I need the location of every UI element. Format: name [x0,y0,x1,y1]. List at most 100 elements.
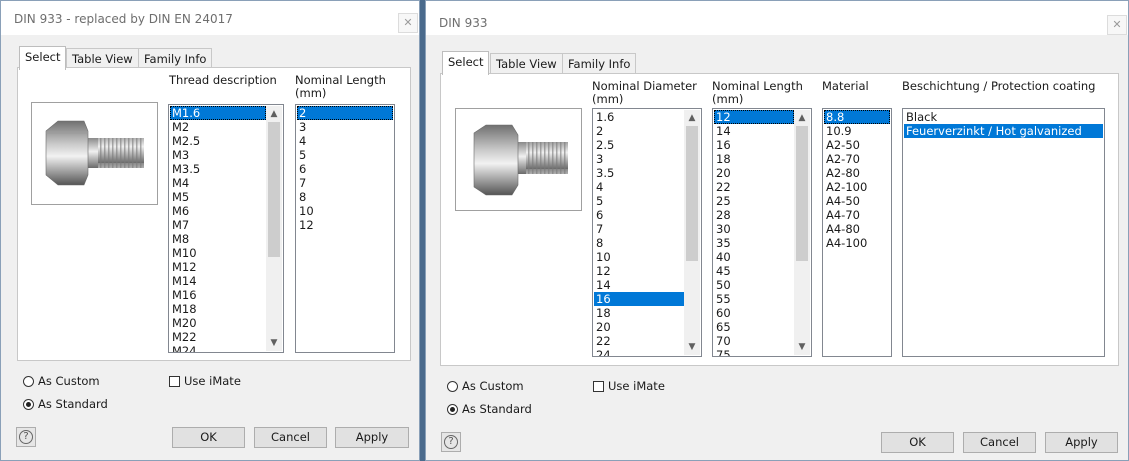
length-list-item[interactable]: 30 [714,222,794,236]
thread-list-item[interactable]: M1.6 [170,106,266,120]
diameter-list-scrollbar[interactable]: ▲ ▼ [684,110,700,355]
thread-list-item[interactable]: M10 [170,246,266,260]
material-list-item[interactable]: A4-80 [824,222,890,236]
diameter-list-item[interactable]: 14 [594,278,684,292]
scroll-thumb[interactable] [686,126,698,261]
scroll-thumb[interactable] [796,126,808,261]
nominal-length-list[interactable]: 12 14 16 18 20 22 25 28 30 35 40 45 50 55 60 65 70 75 ▲ ▼ [712,108,812,357]
diameter-list-item[interactable]: 24 [594,348,684,356]
help-button[interactable]: ? [441,432,461,452]
scroll-up-arrow-icon[interactable]: ▲ [794,110,810,126]
length-list-item[interactable]: 12 [297,218,393,232]
thread-list-item[interactable]: M4 [170,176,266,190]
diameter-list-item[interactable]: 20 [594,320,684,334]
coating-list-item[interactable]: Black [904,110,1103,124]
apply-button[interactable]: Apply [1045,432,1118,453]
scroll-down-arrow-icon[interactable]: ▼ [794,339,810,355]
tab-table-view[interactable]: Table View [66,48,139,69]
nominal-diameter-list[interactable]: 1.6 2 2.5 3 3.5 4 5 6 7 8 10 12 14 16 18 20 22 24 ▲ ▼ [592,108,702,357]
diameter-list-item[interactable]: 2.5 [594,138,684,152]
length-list-item[interactable]: 6 [297,162,393,176]
length-list-item[interactable]: 45 [714,264,794,278]
length-list-item[interactable]: 75 [714,348,794,356]
diameter-list-item[interactable]: 1.6 [594,110,684,124]
as-standard-radio[interactable]: As Standard [23,396,108,412]
material-list-item[interactable]: A2-70 [824,152,890,166]
use-imate-checkbox[interactable]: Use iMate [169,373,241,389]
help-button[interactable]: ? [16,427,36,447]
use-imate-checkbox[interactable]: Use iMate [593,378,665,394]
length-list-item[interactable]: 14 [714,124,794,138]
material-list-item[interactable]: A4-70 [824,208,890,222]
length-list-item[interactable]: 28 [714,208,794,222]
scroll-down-arrow-icon[interactable]: ▼ [684,339,700,355]
thread-list-item[interactable]: M5 [170,190,266,204]
length-list-item[interactable]: 60 [714,306,794,320]
thread-list-item[interactable]: M12 [170,260,266,274]
material-list-item[interactable]: A2-50 [824,138,890,152]
diameter-list-item[interactable]: 4 [594,180,684,194]
close-button[interactable]: ✕ [1107,15,1127,35]
length-list-item[interactable]: 35 [714,236,794,250]
thread-list-item[interactable]: M8 [170,232,266,246]
diameter-list-item[interactable]: 10 [594,250,684,264]
tab-family-info[interactable]: Family Info [138,48,213,69]
thread-list-item[interactable]: M22 [170,330,266,344]
material-list-item[interactable]: 10.9 [824,124,890,138]
length-list-item[interactable]: 55 [714,292,794,306]
material-list-item[interactable]: A4-50 [824,194,890,208]
length-list-item[interactable]: 3 [297,120,393,134]
thread-list-item[interactable]: M14 [170,274,266,288]
length-list-item[interactable]: 16 [714,138,794,152]
scroll-down-arrow-icon[interactable]: ▼ [266,335,282,351]
material-list-item[interactable]: A2-100 [824,180,890,194]
material-list-item[interactable]: A4-100 [824,236,890,250]
length-list-item[interactable]: 10 [297,204,393,218]
title-bar[interactable]: DIN 933 ✕ [426,1,1128,35]
length-list-item[interactable]: 20 [714,166,794,180]
thread-list-scrollbar[interactable]: ▲ ▼ [266,106,282,351]
apply-button[interactable]: Apply [335,427,409,448]
diameter-list-item[interactable]: 6 [594,208,684,222]
thread-list-item[interactable]: M6 [170,204,266,218]
material-list-item[interactable]: A2-80 [824,166,890,180]
length-list-item[interactable]: 18 [714,152,794,166]
tab-select[interactable]: Select [442,51,490,75]
length-list-item[interactable]: 65 [714,320,794,334]
coating-list-item[interactable]: Feuerverzinkt / Hot galvanized [904,124,1103,138]
tab-table-view[interactable]: Table View [490,53,563,74]
length-list-item[interactable]: 5 [297,148,393,162]
title-bar[interactable]: DIN 933 - replaced by DIN EN 24017 ✕ [1,1,419,35]
length-list-item[interactable]: 50 [714,278,794,292]
scroll-thumb[interactable] [268,122,280,257]
thread-list-item[interactable]: M18 [170,302,266,316]
thread-list-item[interactable]: M2 [170,120,266,134]
as-custom-radio[interactable]: As Custom [23,373,100,389]
length-list-item[interactable]: 8 [297,190,393,204]
length-list-item[interactable]: 4 [297,134,393,148]
length-list-item[interactable]: 12 [714,110,794,124]
thread-list-item[interactable]: M3.5 [170,162,266,176]
diameter-list-item[interactable]: 18 [594,306,684,320]
diameter-list-item[interactable]: 12 [594,264,684,278]
nominal-length-list[interactable]: 2 3 4 5 6 7 8 10 12 [295,104,395,353]
as-custom-radio[interactable]: As Custom [447,378,524,394]
ok-button[interactable]: OK [881,432,954,453]
length-list-item[interactable]: 22 [714,180,794,194]
material-list-item[interactable]: 8.8 [824,110,890,124]
length-list-item[interactable]: 25 [714,194,794,208]
diameter-list-item[interactable]: 8 [594,236,684,250]
as-standard-radio[interactable]: As Standard [447,401,532,417]
ok-button[interactable]: OK [172,427,245,448]
scroll-up-arrow-icon[interactable]: ▲ [266,106,282,122]
thread-description-list[interactable]: M1.6 M2 M2.5 M3 M3.5 M4 M5 M6 M7 M8 M10 M12 M14 M16 M1… [168,104,284,353]
close-button[interactable]: ✕ [398,13,418,33]
diameter-list-item[interactable]: 3 [594,152,684,166]
tab-family-info[interactable]: Family Info [562,53,637,74]
length-list-scrollbar[interactable]: ▲ ▼ [794,110,810,355]
diameter-list-item[interactable]: 16 [594,292,684,306]
diameter-list-item[interactable]: 2 [594,124,684,138]
thread-list-item[interactable]: M24 [170,344,266,352]
material-list[interactable]: 8.8 10.9 A2-50 A2-70 A2-80 A2-100 A4-50 A4-70 A4… [822,108,892,357]
thread-list-item[interactable]: M16 [170,288,266,302]
